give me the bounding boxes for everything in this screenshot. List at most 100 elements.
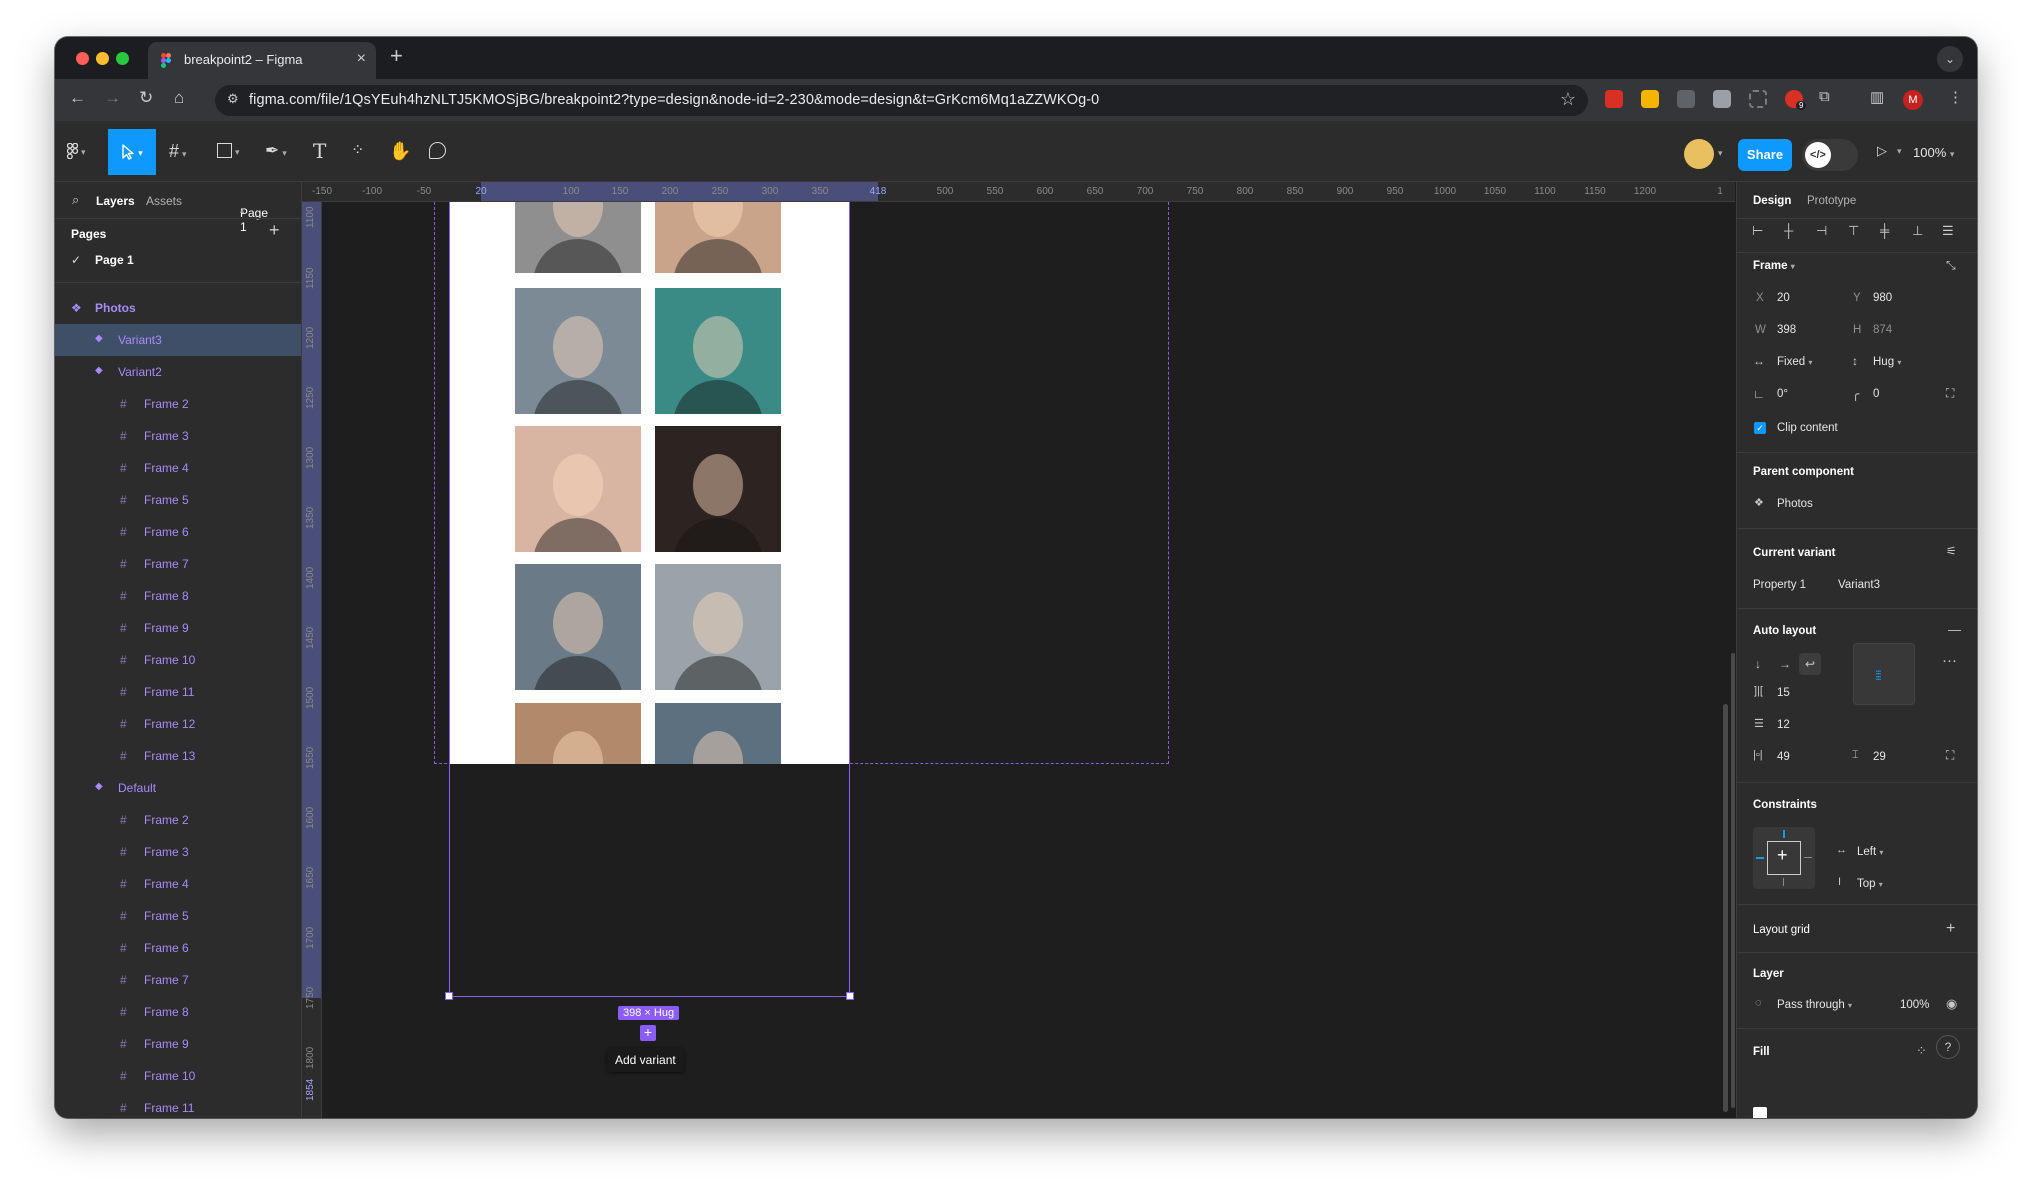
extension-red-icon[interactable] — [1605, 90, 1623, 108]
layer-frame[interactable]: # Frame 8 — [55, 580, 301, 612]
minimize-window-button[interactable] — [96, 52, 109, 65]
add-layout-grid-icon[interactable]: + — [1946, 920, 1955, 938]
share-button[interactable]: Share — [1738, 139, 1792, 171]
text-tool-button[interactable]: T — [313, 135, 326, 167]
resize-handle[interactable] — [846, 992, 854, 1000]
opacity-input[interactable]: 100% — [1900, 999, 1929, 1011]
clip-content-checkbox[interactable]: ✓ — [1754, 422, 1766, 434]
resize-to-fit-icon[interactable]: ⤡ — [1946, 258, 1956, 273]
visibility-eye-icon[interactable]: ◉ — [1946, 996, 1957, 1012]
alignment-box[interactable]: ⁞⁞⁞ — [1853, 643, 1915, 705]
browser-menu-icon[interactable]: ⋮ — [1948, 88, 1963, 106]
w-input[interactable]: 398 — [1777, 324, 1796, 336]
direction-wrap-icon[interactable]: ↩ — [1799, 653, 1821, 675]
layer-frame[interactable]: # Frame 11 — [55, 1092, 301, 1118]
layer-frame[interactable]: # Frame 12 — [55, 708, 301, 740]
align-top-icon[interactable]: ⊤ — [1848, 223, 1859, 239]
property-value-select[interactable]: Variant3 — [1838, 579, 1880, 591]
tab-search-button[interactable]: ⌄ — [1937, 46, 1963, 72]
collaborator-avatar[interactable] — [1684, 139, 1714, 169]
frame-section-title[interactable]: Frame ▾ — [1753, 260, 1795, 272]
layer-frame[interactable]: # Frame 7 — [55, 964, 301, 996]
parent-component-link[interactable]: Photos — [1777, 498, 1813, 510]
layer-frame[interactable]: # Frame 7 — [55, 548, 301, 580]
blend-mode-select[interactable]: Pass through ▾ — [1777, 999, 1852, 1011]
fill-swatch[interactable] — [1753, 1107, 1767, 1118]
layer-component-set[interactable]: ❖ Photos — [55, 292, 301, 324]
layer-frame[interactable]: # Frame 9 — [55, 1028, 301, 1060]
add-variant-plus-button[interactable]: + — [640, 1025, 656, 1041]
page-item-page-1[interactable]: ✓ Page 1 — [55, 244, 301, 276]
layer-variant[interactable]: ◆ Default — [55, 772, 301, 804]
y-input[interactable]: 980 — [1873, 292, 1892, 304]
address-bar[interactable]: ⚙ figma.com/file/1QsYEuh4hzNLTJ5KMOSjBG/… — [215, 85, 1588, 116]
layer-frame[interactable]: # Frame 6 — [55, 932, 301, 964]
independent-corners-icon[interactable]: ⛶ — [1946, 386, 1954, 401]
align-left-icon[interactable]: ⊢ — [1752, 223, 1763, 239]
layer-frame[interactable]: # Frame 5 — [55, 900, 301, 932]
extension-camera-icon[interactable] — [1677, 90, 1695, 108]
distribute-icon[interactable]: ☰ — [1942, 223, 1954, 239]
horizontal-gap-input[interactable]: 15 — [1777, 687, 1790, 699]
present-button[interactable]: ▷ — [1877, 135, 1887, 167]
side-panel-icon[interactable]: ▥ — [1870, 88, 1884, 106]
more-options-icon[interactable]: ··· — [1942, 652, 1957, 669]
layer-frame[interactable]: # Frame 5 — [55, 484, 301, 516]
layer-frame[interactable]: # Frame 9 — [55, 612, 301, 644]
resize-handle[interactable] — [445, 992, 453, 1000]
rotation-input[interactable]: 0° — [1777, 388, 1788, 400]
layer-frame[interactable]: # Frame 13 — [55, 740, 301, 772]
dev-mode-toggle[interactable]: </> — [1802, 139, 1858, 171]
tab-design[interactable]: Design — [1753, 195, 1791, 207]
bookmark-star-icon[interactable]: ☆ — [1560, 89, 1576, 110]
panel-scrollbar[interactable] — [1731, 653, 1735, 1108]
layer-frame[interactable]: # Frame 10 — [55, 1060, 301, 1092]
variant-settings-icon[interactable]: ⚟ — [1946, 544, 1957, 558]
direction-vertical-icon[interactable]: ↓ — [1755, 657, 1761, 671]
independent-padding-icon[interactable]: ⛶ — [1946, 748, 1954, 763]
new-tab-button[interactable]: + — [390, 43, 403, 69]
corner-radius-input[interactable]: 0 — [1873, 388, 1879, 400]
tab-layers[interactable]: Layers — [96, 194, 135, 208]
constraints-widget[interactable]: + — [1753, 827, 1815, 889]
layer-frame[interactable]: # Frame 3 — [55, 836, 301, 868]
canvas-scrollbar[interactable] — [1723, 704, 1728, 1112]
vertical-padding-input[interactable]: 29 — [1873, 751, 1886, 763]
tab-prototype[interactable]: Prototype — [1807, 195, 1856, 207]
zoom-level[interactable]: 100% ▾ — [1913, 145, 1954, 160]
home-icon[interactable]: ⌂ — [174, 88, 184, 108]
add-page-button[interactable]: + — [269, 220, 280, 241]
align-center-v-icon[interactable]: ╪ — [1880, 223, 1889, 238]
align-center-h-icon[interactable]: ┼ — [1784, 223, 1793, 238]
pen-tool-button[interactable]: ✒ ▾ — [265, 135, 287, 167]
extension-screenshot-icon[interactable] — [1749, 90, 1767, 108]
close-window-button[interactable] — [76, 52, 89, 65]
layer-frame[interactable]: # Frame 4 — [55, 868, 301, 900]
extension-yellow-icon[interactable] — [1641, 90, 1659, 108]
profile-avatar[interactable]: M — [1903, 90, 1923, 110]
remove-auto-layout-icon[interactable]: — — [1948, 622, 1961, 637]
horizontal-resizing-select[interactable]: Fixed ▾ — [1777, 356, 1812, 368]
shape-tool-button[interactable]: ▾ — [217, 135, 240, 167]
site-info-icon[interactable]: ⚙ — [227, 91, 239, 107]
layer-frame[interactable]: # Frame 3 — [55, 420, 301, 452]
vertical-constraint-select[interactable]: Top ▾ — [1857, 878, 1883, 890]
horizontal-padding-input[interactable]: 49 — [1777, 751, 1790, 763]
move-tool-button[interactable]: ▾ — [108, 129, 156, 175]
layer-variant[interactable]: ◆ Variant3 — [55, 324, 301, 356]
direction-horizontal-icon[interactable]: → — [1779, 657, 1791, 671]
layer-frame[interactable]: # Frame 10 — [55, 644, 301, 676]
help-icon[interactable]: ? — [1936, 1035, 1960, 1059]
canvas[interactable]: 398 × Hug + Add variant — [322, 202, 1735, 1118]
x-input[interactable]: 20 — [1777, 292, 1790, 304]
extension-clipboard-icon[interactable] — [1713, 90, 1731, 108]
fill-styles-icon[interactable]: ⁘ — [1916, 1043, 1927, 1059]
present-dropdown-icon[interactable]: ▾ — [1897, 135, 1902, 167]
frame-tool-button[interactable]: # ▾ — [169, 135, 187, 167]
resources-tool-button[interactable]: ⁘ — [351, 135, 364, 167]
layer-variant[interactable]: ◆ Variant2 — [55, 356, 301, 388]
layer-frame[interactable]: # Frame 2 — [55, 388, 301, 420]
align-bottom-icon[interactable]: ⊥ — [1912, 223, 1923, 239]
vertical-gap-input[interactable]: 12 — [1777, 719, 1790, 731]
maximize-window-button[interactable] — [116, 52, 129, 65]
